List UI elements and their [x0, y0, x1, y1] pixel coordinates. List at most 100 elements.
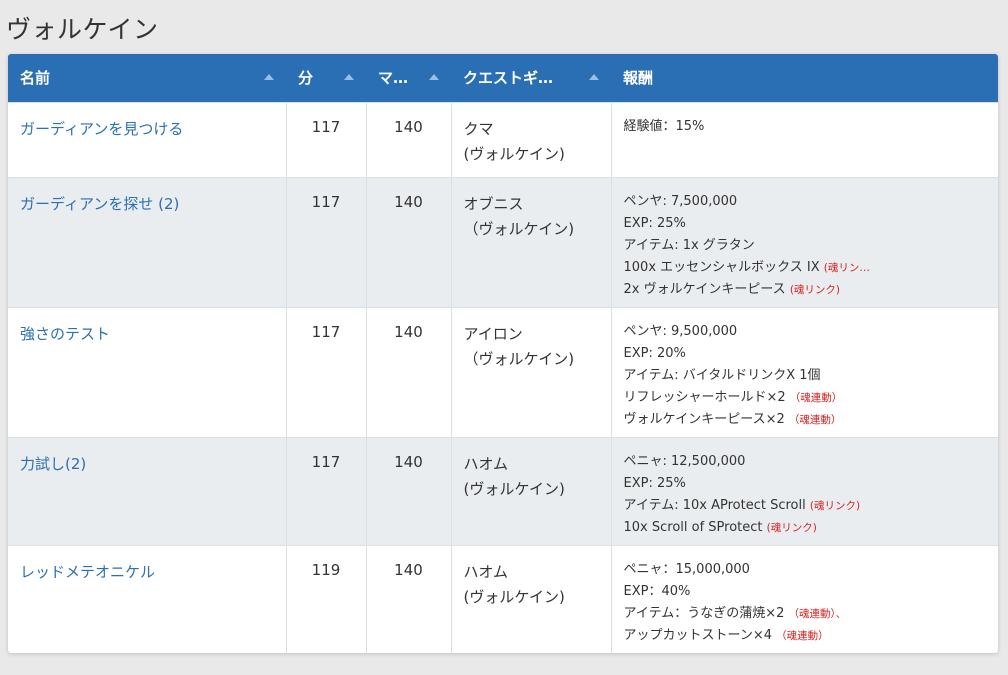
soul-link-tag: （魂連動）	[789, 391, 843, 404]
reward-line: ペンヤ: 7,500,000	[624, 191, 987, 213]
reward-cell: ペニャ: 12,500,000 EXP: 25% アイテム: 10x AProtec…	[611, 437, 998, 545]
quest-table: 名前 分 マ… クエストギ… 報酬 ガーディアンを見つける 117 140 クマ (ヴォ…	[8, 54, 998, 653]
quest-giver-line: （ヴォルケイン)	[463, 349, 575, 368]
min-level-cell: 119	[286, 545, 367, 653]
soul-link-tag: (魂リンク)	[766, 521, 817, 534]
header-name[interactable]: 名前	[8, 54, 286, 102]
quest-giver-line: オブニス	[463, 194, 524, 213]
reward-text: 経験値：15%	[623, 118, 705, 134]
reward-line: ペニャ: 12,500,000	[624, 451, 987, 473]
header-min-level[interactable]: 分	[286, 54, 366, 102]
quest-giver-line: アイロン	[463, 324, 523, 343]
table-row: レッドメテオニケル 119 140 ハオム (ヴォルケイン) ペニャ：15,000,000…	[8, 545, 998, 653]
quest-giver-line: クマ	[463, 119, 494, 138]
min-level-cell: 117	[286, 437, 367, 545]
reward-line: EXP：40%	[624, 581, 987, 603]
reward-line: アイテム: 10x AProtect Scroll (魂リンク)	[624, 495, 987, 517]
quest-giver-cell: オブニス （ヴォルケイン)	[451, 177, 612, 307]
quest-giver-line: (ヴォルケイン)	[463, 144, 565, 163]
max-level-cell: 140	[366, 307, 452, 437]
quest-giver-cell: アイロン （ヴォルケイン)	[451, 307, 612, 437]
reward-line: 100x エッセンシャルボックス IX (魂リン…	[624, 257, 987, 279]
reward-line: アイテム: バイタルドリンクX 1個	[624, 365, 987, 387]
reward-line: EXP: 25%	[624, 473, 987, 495]
reward-cell: 経験値：15%	[611, 102, 998, 177]
soul-link-tag: (魂リンク)	[809, 499, 861, 512]
quest-name-cell: ガーディアンを探せ (2)	[8, 177, 287, 307]
quest-name-cell: 力試し(2)	[8, 437, 287, 545]
table-row: 力試し(2) 117 140 ハオム (ヴォルケイン) ペニャ: 12,500,000 EX…	[8, 437, 998, 545]
soul-link-tag: （魂連動）、	[788, 607, 847, 620]
header-max-level[interactable]: マ…	[366, 54, 451, 102]
quest-name-cell: レッドメテオニケル	[8, 545, 287, 653]
reward-text: アイテム: 10x AProtect Scroll	[623, 497, 810, 513]
max-level-cell: 140	[366, 177, 452, 307]
header-quest-giver[interactable]: クエストギ…	[451, 54, 611, 102]
reward-line: EXP: 25%	[624, 213, 987, 235]
quest-name-cell: 強さのテスト	[8, 307, 287, 437]
reward-cell: ペニャ：15,000,000 EXP：40% アイテム：うなぎの蒲焼×2 （魂連動）…	[611, 545, 998, 653]
reward-text: EXP: 25%	[623, 475, 686, 491]
quest-giver-cell: ハオム (ヴォルケイン)	[451, 437, 612, 545]
header-max-label: マ…	[378, 69, 409, 88]
header-name-label: 名前	[20, 69, 51, 88]
quest-giver-line: ハオム	[463, 454, 509, 473]
reward-line: 経験値：15%	[624, 116, 987, 138]
reward-text: リフレッシャーホールド×2	[623, 389, 790, 405]
page-title: ヴォルケイン	[6, 15, 159, 44]
quest-giver-line: ハオム	[463, 562, 509, 581]
sort-arrow-icon[interactable]	[589, 73, 599, 80]
reward-text: ペンヤ: 9,500,000	[623, 323, 738, 339]
quest-name-link[interactable]: ガーディアンを見つける	[20, 120, 183, 138]
reward-cell: ペンヤ: 9,500,000 EXP: 20% アイテム: バイタルドリンクX 1個…	[611, 307, 998, 437]
quest-giver-cell: ハオム (ヴォルケイン)	[451, 545, 612, 653]
reward-text: ペニャ：15,000,000	[623, 561, 750, 577]
quest-table-container: 名前 分 マ… クエストギ… 報酬 ガーディアンを見つける 117 140 クマ (ヴォ…	[8, 54, 998, 653]
soul-link-tag: (魂リン…	[823, 261, 870, 274]
reward-line: ペンヤ: 9,500,000	[624, 321, 987, 343]
table-row: ガーディアンを見つける 117 140 クマ (ヴォルケイン) 経験値：15%	[8, 102, 998, 177]
max-level-cell: 140	[366, 437, 452, 545]
reward-cell: ペンヤ: 7,500,000 EXP: 25% アイテム: 1x グラタン 100x …	[611, 177, 998, 307]
reward-text: アイテム: 1x グラタン	[623, 237, 755, 253]
sort-arrow-icon[interactable]	[344, 73, 354, 80]
reward-text: アップカットストーン×4	[623, 627, 777, 643]
quest-giver-line: (ヴォルケイン)	[463, 479, 565, 498]
quest-name-link[interactable]: 強さのテスト	[20, 325, 110, 343]
header-giver-label: クエストギ…	[463, 69, 554, 88]
page: ヴォルケイン 名前 分 マ… クエストギ… 報酬 ガーディアンを見つける 117 1…	[0, 0, 1008, 675]
quest-name-cell: ガーディアンを見つける	[8, 102, 287, 177]
quest-name-link[interactable]: ガーディアンを探せ (2)	[20, 195, 179, 213]
min-level-cell: 117	[286, 307, 367, 437]
reward-text: ペンヤ: 7,500,000	[623, 193, 738, 209]
sort-arrow-icon[interactable]	[429, 73, 439, 80]
reward-line: 10x Scroll of SProtect (魂リンク)	[624, 517, 987, 539]
reward-text: アイテム：うなぎの蒲焼×2	[623, 605, 789, 621]
max-level-cell: 140	[366, 102, 452, 177]
max-level-cell: 140	[366, 545, 452, 653]
reward-text: 10x Scroll of SProtect	[623, 519, 767, 535]
header-min-label: 分	[298, 69, 314, 88]
reward-line: アイテム: 1x グラタン	[624, 235, 987, 257]
reward-line: リフレッシャーホールド×2 （魂連動）	[624, 387, 987, 409]
sort-arrow-icon[interactable]	[264, 73, 274, 80]
reward-line: アイテム：うなぎの蒲焼×2 （魂連動）、	[624, 603, 987, 625]
reward-line: ペニャ：15,000,000	[624, 559, 987, 581]
reward-line: ヴォルケインキーピース×2 （魂連動）	[624, 409, 987, 431]
min-level-cell: 117	[286, 102, 367, 177]
reward-text: EXP: 25%	[623, 215, 686, 231]
reward-text: 100x エッセンシャルボックス IX	[623, 259, 824, 275]
reward-text: EXP：40%	[623, 583, 691, 599]
header-reward: 報酬	[611, 54, 998, 102]
quest-name-link[interactable]: 力試し(2)	[20, 455, 86, 473]
table-body: ガーディアンを見つける 117 140 クマ (ヴォルケイン) 経験値：15% ガーディアン…	[8, 102, 998, 653]
reward-text: ペニャ: 12,500,000	[623, 453, 746, 469]
table-row: 強さのテスト 117 140 アイロン （ヴォルケイン) ペンヤ: 9,500,000 EX…	[8, 307, 998, 437]
reward-line: アップカットストーン×4 （魂連動）	[624, 625, 987, 647]
quest-giver-cell: クマ (ヴォルケイン)	[451, 102, 612, 177]
quest-giver-line: (ヴォルケイン)	[463, 587, 565, 606]
quest-name-link[interactable]: レッドメテオニケル	[20, 563, 155, 581]
reward-line: EXP: 20%	[624, 343, 987, 365]
soul-link-tag: （魂連動）	[788, 413, 842, 426]
reward-text: EXP: 20%	[623, 345, 686, 361]
